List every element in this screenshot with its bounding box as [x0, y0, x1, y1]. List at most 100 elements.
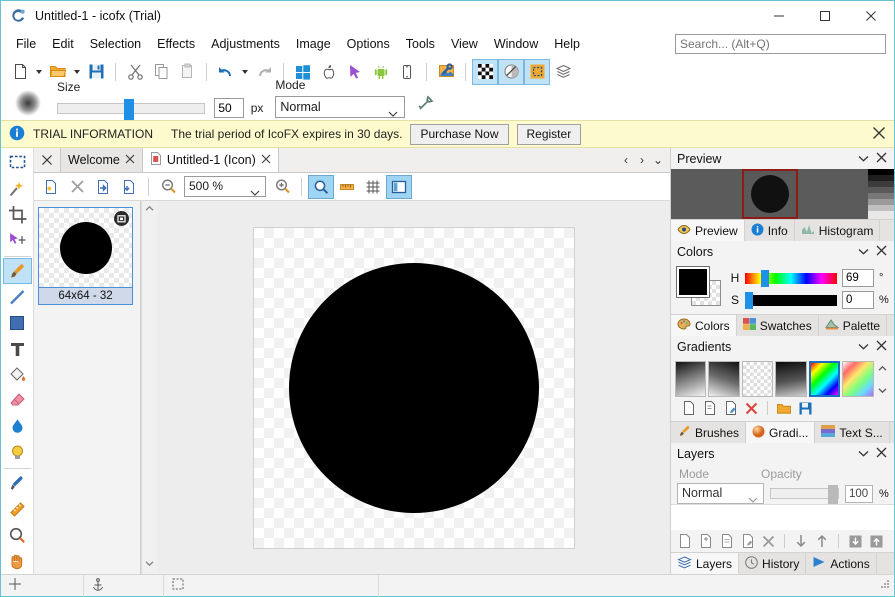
gradients-scroll-down-button[interactable] [878, 383, 887, 397]
gradient-black-white-1[interactable] [675, 361, 707, 397]
layer-opacity-slider[interactable] [770, 485, 839, 504]
new-document-button[interactable] [7, 59, 33, 85]
gradient-white-transparent[interactable] [741, 361, 774, 397]
new-image-button[interactable] [38, 175, 64, 199]
copy-layer-button[interactable] [717, 532, 735, 550]
menu-help[interactable]: Help [546, 34, 588, 54]
tab-info[interactable]: Info [744, 220, 795, 241]
fit-zoom-toggle[interactable] [308, 174, 334, 199]
menu-effects[interactable]: Effects [149, 34, 203, 54]
measure-tool[interactable] [3, 496, 32, 522]
gradient-black-white-2[interactable] [708, 361, 740, 397]
merge-down-button[interactable] [846, 532, 864, 550]
undo-button[interactable] [213, 59, 239, 85]
menu-selection[interactable]: Selection [82, 34, 149, 54]
selection-toggle[interactable] [524, 58, 550, 85]
minimize-button[interactable] [756, 1, 802, 31]
layer-opacity-input[interactable] [845, 484, 873, 503]
menu-image[interactable]: Image [288, 34, 339, 54]
line-tool[interactable] [3, 284, 32, 310]
tab-preview[interactable]: Preview [671, 220, 745, 241]
cut-button[interactable] [122, 59, 148, 85]
gradient-black-transparent[interactable] [775, 361, 807, 397]
delete-gradient-button[interactable] [742, 399, 760, 417]
edit-gradient-button[interactable] [721, 399, 739, 417]
purchase-now-button[interactable]: Purchase Now [410, 123, 509, 145]
colors-collapse-button[interactable] [858, 245, 869, 259]
zoom-tool[interactable] [3, 522, 32, 548]
zoom-out-button[interactable] [155, 175, 181, 199]
layers-list[interactable] [671, 504, 894, 530]
tab-welcome[interactable]: Welcome [60, 148, 143, 172]
edit-layer-button[interactable] [738, 532, 756, 550]
new-gradient-button[interactable] [679, 399, 697, 417]
alpha-toggle[interactable] [498, 58, 524, 85]
tab-untitled-1-close-icon[interactable] [261, 153, 271, 167]
brush-mode-select[interactable]: Normal [275, 96, 406, 118]
hue-slider-thumb[interactable] [760, 269, 769, 287]
maximize-button[interactable] [802, 1, 848, 31]
preview-selected-size[interactable] [741, 169, 798, 219]
close-button[interactable] [848, 1, 894, 31]
redo-button[interactable] [251, 59, 277, 85]
cursor-button[interactable] [342, 59, 368, 85]
delete-image-button[interactable] [64, 175, 90, 199]
gradient-spectrum-1[interactable] [808, 361, 841, 397]
saturation-value-input[interactable] [842, 291, 874, 309]
eraser-tool[interactable] [3, 388, 32, 414]
tab-welcome-close-icon[interactable] [125, 153, 135, 167]
android-button[interactable] [368, 59, 394, 85]
menu-view[interactable]: View [443, 34, 486, 54]
gradients-scroll-up-button[interactable] [878, 361, 887, 375]
resize-grip-icon[interactable] [879, 578, 894, 593]
brush-size-slider[interactable] [57, 98, 205, 120]
save-button[interactable] [83, 59, 109, 85]
delete-layer-button[interactable] [759, 532, 777, 550]
color-picker-tool[interactable] [3, 471, 32, 497]
canvas-sheet[interactable] [253, 227, 574, 548]
foreground-color-swatch[interactable] [676, 266, 710, 298]
ruler-toggle[interactable] [334, 175, 360, 199]
tab-gradients[interactable]: Gradi... [746, 422, 816, 443]
close-all-tabs-button[interactable] [34, 148, 60, 172]
layers-close-button[interactable] [876, 447, 887, 461]
menu-edit[interactable]: Edit [44, 34, 82, 54]
menu-window[interactable]: Window [486, 34, 546, 54]
canvas-viewport[interactable] [157, 201, 670, 574]
mobile-button[interactable] [394, 59, 420, 85]
crop-tool[interactable] [3, 202, 32, 228]
thumbnail-scrollbar[interactable] [141, 201, 157, 574]
shape-tool[interactable] [3, 310, 32, 336]
gradients-scrollbar[interactable] [876, 361, 890, 397]
paste-button[interactable] [174, 59, 200, 85]
tools-button[interactable] [433, 59, 459, 85]
menu-options[interactable]: Options [339, 34, 398, 54]
load-gradients-button[interactable] [775, 399, 793, 417]
preview-close-button[interactable] [876, 152, 887, 166]
import-image-button[interactable] [90, 175, 116, 199]
merge-up-button[interactable] [867, 532, 885, 550]
thumbnail-scroll-up-button[interactable] [142, 201, 157, 216]
move-layer-down-button[interactable] [792, 532, 810, 550]
duplicate-layer-button[interactable] [696, 532, 714, 550]
export-image-button[interactable] [116, 175, 142, 199]
grid-toggle[interactable] [360, 175, 386, 199]
register-button[interactable]: Register [516, 123, 582, 145]
tab-list-button[interactable]: ⌄ [651, 153, 665, 167]
thumbnail-pane-toggle[interactable] [386, 174, 412, 199]
save-gradients-button[interactable] [796, 399, 814, 417]
tab-colors[interactable]: Colors [671, 315, 737, 336]
new-document-dropdown[interactable] [33, 59, 45, 85]
tab-next-button[interactable]: › [635, 153, 649, 167]
tab-actions[interactable]: Actions [806, 553, 877, 574]
hue-slider[interactable] [745, 269, 837, 287]
menu-adjustments[interactable]: Adjustments [203, 34, 288, 54]
gradient-spectrum-2[interactable] [842, 361, 874, 397]
transparency-toggle[interactable] [472, 58, 498, 85]
tab-text-styles[interactable]: Text S... [815, 422, 890, 443]
layers-toggle[interactable] [550, 59, 576, 85]
tab-brushes[interactable]: Brushes [671, 422, 747, 443]
tab-prev-button[interactable]: ‹ [619, 153, 633, 167]
tab-histogram[interactable]: Histogram [794, 220, 881, 241]
macos-icon-button[interactable] [316, 59, 342, 85]
